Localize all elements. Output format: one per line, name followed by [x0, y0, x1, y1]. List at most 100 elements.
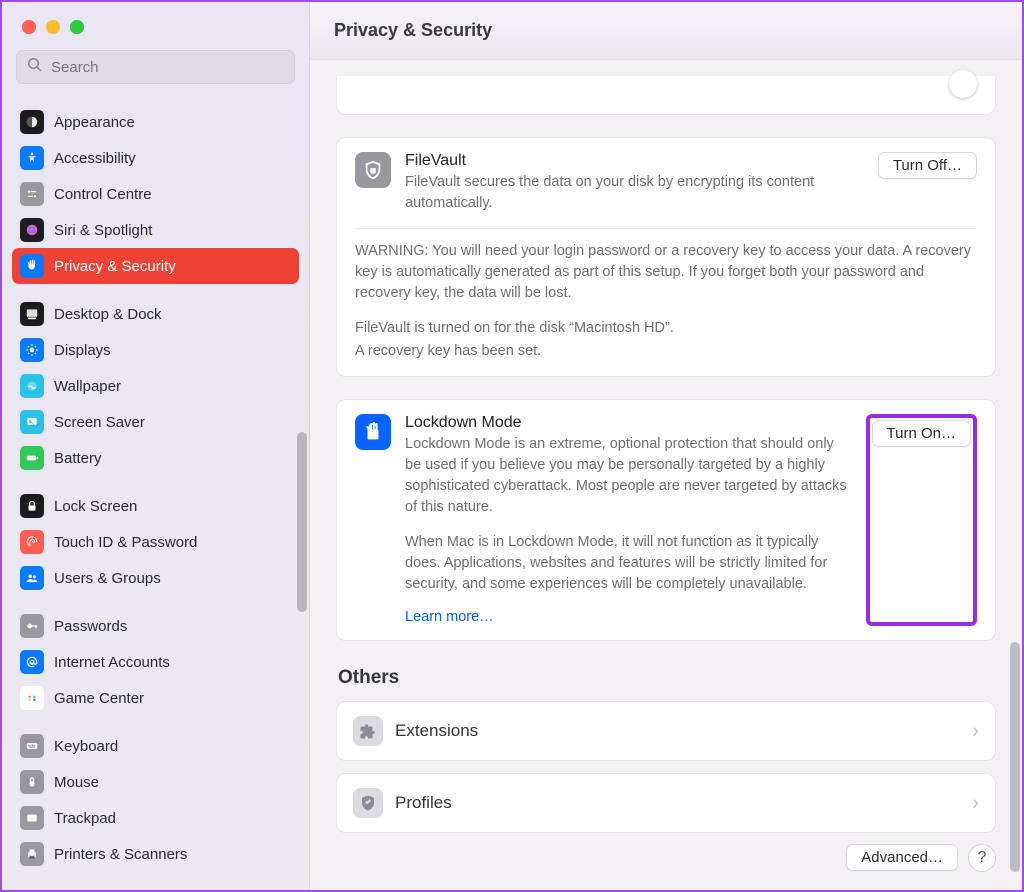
sidebar-item-touch-id-password[interactable]: Touch ID & Password	[12, 524, 299, 560]
main-scrollbar[interactable]	[1010, 642, 1020, 872]
previous-section-card	[336, 76, 996, 115]
filevault-card: FileVault FileVault secures the data on …	[336, 137, 996, 377]
sidebar-item-internet-accounts[interactable]: Internet Accounts	[12, 644, 299, 680]
sidebar: Appearance Accessibility Control Centre Sir…	[2, 2, 310, 890]
filevault-status2: A recovery key has been set.	[355, 341, 977, 362]
hand-icon	[20, 254, 44, 278]
printer-icon	[20, 842, 44, 866]
search-input[interactable]	[51, 59, 284, 76]
appearance-icon	[20, 110, 44, 134]
lockdown-desc1: Lockdown Mode is an extreme, optional pr…	[405, 434, 852, 518]
access-icon	[20, 146, 44, 170]
sidebar-item-privacy-security[interactable]: Privacy & Security	[12, 248, 299, 284]
at-icon	[20, 650, 44, 674]
help-button[interactable]: ?	[968, 844, 996, 872]
sidebar-item-label: Battery	[54, 450, 102, 467]
sidebar-item-accessibility[interactable]: Accessibility	[12, 140, 299, 176]
main-body: FileVault FileVault secures the data on …	[310, 60, 1022, 890]
extensions-icon	[353, 716, 383, 746]
window-controls	[2, 2, 309, 34]
zoom-window-button[interactable]	[70, 20, 84, 34]
sidebar-item-users-groups[interactable]: Users & Groups	[12, 560, 299, 596]
page-title: Privacy & Security	[334, 20, 492, 41]
footer-buttons: Advanced… ?	[846, 844, 996, 872]
saver-icon	[20, 410, 44, 434]
sidebar-item-label: Passwords	[54, 618, 127, 635]
sidebar-item-label: Mouse	[54, 774, 99, 791]
profiles-label: Profiles	[395, 793, 960, 813]
wall-icon	[20, 374, 44, 398]
filevault-title: FileVault	[405, 152, 864, 170]
lockdown-card: Lockdown Mode Lockdown Mode is an extrem…	[336, 399, 996, 641]
sidebar-item-label: Siri & Spotlight	[54, 222, 152, 239]
advanced-button[interactable]: Advanced…	[846, 844, 958, 871]
main-pane: Privacy & Security FileVault FileVault s…	[310, 2, 1022, 890]
sidebar-item-siri-spotlight[interactable]: Siri & Spotlight	[12, 212, 299, 248]
sidebar-item-screen-saver[interactable]: Screen Saver	[12, 404, 299, 440]
sidebar-item-label: Printers & Scanners	[54, 846, 187, 863]
lockdown-turn-on-highlight: Turn On…	[866, 414, 977, 626]
control-icon	[20, 182, 44, 206]
sidebar-item-mouse[interactable]: Mouse	[12, 764, 299, 800]
sidebar-item-label: Desktop & Dock	[54, 306, 162, 323]
lock-icon	[20, 494, 44, 518]
battery-icon	[20, 446, 44, 470]
display-icon	[20, 338, 44, 362]
sidebar-item-passwords[interactable]: Passwords	[12, 608, 299, 644]
sidebar-item-printers-scanners[interactable]: Printers & Scanners	[12, 836, 299, 872]
sidebar-nav: Appearance Accessibility Control Centre Sir…	[2, 92, 309, 890]
filevault-status1: FileVault is turned on for the disk “Mac…	[355, 318, 977, 339]
sidebar-item-label: Appearance	[54, 114, 135, 131]
sidebar-item-keyboard[interactable]: Keyboard	[12, 728, 299, 764]
sidebar-item-label: Keyboard	[54, 738, 118, 755]
extensions-label: Extensions	[395, 721, 960, 741]
lockdown-turn-on-button[interactable]: Turn On…	[872, 420, 971, 447]
track-icon	[20, 806, 44, 830]
sidebar-item-label: Touch ID & Password	[54, 534, 197, 551]
finger-icon	[20, 530, 44, 554]
profiles-icon	[353, 788, 383, 818]
search-field[interactable]	[16, 50, 295, 84]
sidebar-item-displays[interactable]: Displays	[12, 332, 299, 368]
profiles-row[interactable]: Profiles ›	[336, 773, 996, 833]
filevault-turn-off-button[interactable]: Turn Off…	[878, 152, 977, 179]
filevault-warning: WARNING: You will need your login passwo…	[355, 241, 977, 304]
filevault-icon	[355, 152, 391, 188]
sidebar-item-desktop-dock[interactable]: Desktop & Dock	[12, 296, 299, 332]
sidebar-item-wallpaper[interactable]: Wallpaper	[12, 368, 299, 404]
sidebar-item-label: Game Center	[54, 690, 144, 707]
sidebar-item-label: Lock Screen	[54, 498, 137, 515]
lockdown-learn-more-link[interactable]: Learn more…	[405, 609, 494, 625]
chevron-right-icon: ›	[972, 792, 979, 815]
game-icon	[20, 686, 44, 710]
sidebar-item-label: Internet Accounts	[54, 654, 170, 671]
sidebar-item-label: Displays	[54, 342, 111, 359]
sidebar-item-label: Trackpad	[54, 810, 116, 827]
extensions-row[interactable]: Extensions ›	[336, 701, 996, 761]
sidebar-item-battery[interactable]: Battery	[12, 440, 299, 476]
sidebar-item-label: Users & Groups	[54, 570, 161, 587]
sidebar-scrollbar[interactable]	[297, 432, 307, 612]
search-icon	[27, 57, 43, 78]
sidebar-item-appearance[interactable]: Appearance	[12, 104, 299, 140]
sidebar-item-label: Control Centre	[54, 186, 152, 203]
sidebar-item-game-center[interactable]: Game Center	[12, 680, 299, 716]
sidebar-item-label: Screen Saver	[54, 414, 145, 431]
sidebar-item-label: Privacy & Security	[54, 258, 176, 275]
lockdown-desc2: When Mac is in Lockdown Mode, it will no…	[405, 532, 852, 595]
sidebar-item-control-centre[interactable]: Control Centre	[12, 176, 299, 212]
users-icon	[20, 566, 44, 590]
filevault-desc: FileVault secures the data on your disk …	[405, 172, 864, 214]
sidebar-item-trackpad[interactable]: Trackpad	[12, 800, 299, 836]
others-heading: Others	[338, 667, 994, 689]
lockdown-icon	[355, 414, 391, 450]
kbd-icon	[20, 734, 44, 758]
main-header: Privacy & Security	[310, 2, 1022, 60]
close-window-button[interactable]	[22, 20, 36, 34]
minimize-window-button[interactable]	[46, 20, 60, 34]
dock-icon	[20, 302, 44, 326]
key-icon	[20, 614, 44, 638]
mouse-icon	[20, 770, 44, 794]
toggle-knob[interactable]	[949, 70, 977, 98]
sidebar-item-lock-screen[interactable]: Lock Screen	[12, 488, 299, 524]
